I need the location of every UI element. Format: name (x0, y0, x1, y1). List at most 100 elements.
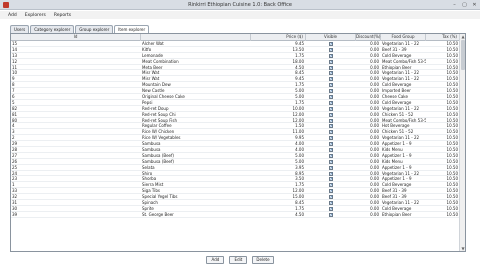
header-discount[interactable]: Discount(%) (356, 34, 381, 41)
cell-id: 33 (12, 188, 18, 194)
visible-checkbox[interactable]: ✔ (329, 59, 333, 64)
cell-discount: 0.00 (370, 123, 379, 129)
header-id[interactable]: Id (11, 34, 141, 41)
cell-visible: ✔ (306, 200, 356, 206)
cell-food-group: Cold Beverage (382, 99, 412, 105)
cell-price: 1.75 (295, 205, 304, 211)
cell-visible: ✔ (306, 76, 356, 82)
visible-checkbox[interactable]: ✔ (329, 71, 333, 76)
cell-name: Meta Beer (142, 64, 163, 70)
menu-add[interactable]: Add (8, 13, 17, 18)
explorer-tabs: Users Category explorer Group explorer I… (10, 25, 150, 33)
cell-tax: 10.50 (446, 129, 458, 135)
visible-checkbox[interactable]: ✔ (329, 189, 333, 194)
cell-discount: 0.00 (370, 135, 379, 141)
visible-checkbox[interactable]: ✔ (329, 53, 333, 58)
cell-discount: 0.00 (370, 58, 379, 64)
visible-checkbox[interactable]: ✔ (329, 47, 333, 52)
scroll-down-icon[interactable]: ▼ (460, 246, 465, 251)
delete-button[interactable]: Delete (252, 256, 274, 264)
visible-checkbox[interactable]: ✔ (329, 42, 333, 46)
cell-visible: ✔ (306, 47, 356, 52)
action-buttons: Add Edit Delete (0, 256, 480, 266)
cell-id: 32 (12, 194, 18, 200)
visible-checkbox[interactable]: ✔ (329, 171, 333, 176)
add-button[interactable]: Add (206, 256, 225, 264)
visible-checkbox[interactable]: ✔ (329, 206, 333, 211)
visible-checkbox[interactable]: ✔ (329, 118, 333, 123)
cell-id: 12 (12, 58, 18, 64)
cell-price: 1.50 (295, 123, 304, 129)
header-price[interactable]: Price ($) (251, 34, 306, 41)
cell-name: Meat Combination (142, 58, 179, 64)
header-name[interactable] (141, 34, 251, 41)
visible-checkbox[interactable]: ✔ (329, 65, 333, 70)
cell-visible: ✔ (306, 82, 356, 88)
header-tax[interactable]: Tax (%) (426, 34, 460, 41)
edit-button[interactable]: Edit (229, 256, 248, 264)
tab-users[interactable]: Users (10, 25, 30, 33)
cell-discount: 0.00 (370, 105, 379, 111)
header-visible[interactable]: Visible (306, 34, 356, 41)
visible-checkbox[interactable]: ✔ (329, 100, 333, 105)
scroll-up-icon[interactable]: ▲ (460, 34, 465, 39)
header-food-group[interactable]: Food Group (381, 34, 426, 41)
cell-visible: ✔ (306, 88, 356, 94)
visible-checkbox[interactable]: ✔ (329, 130, 333, 135)
cell-tax: 10.50 (446, 76, 458, 82)
cell-price: 9.45 (295, 76, 304, 82)
cell-tax: 10.50 (446, 64, 458, 70)
visible-checkbox[interactable]: ✔ (329, 195, 333, 200)
cell-discount: 0.00 (370, 117, 379, 123)
visible-checkbox[interactable]: ✔ (329, 148, 333, 153)
table-row[interactable]: 39 St. George Beer 4.50 ✔ 0.00 Ethiopian Beer… (11, 212, 460, 218)
visible-checkbox[interactable]: ✔ (329, 183, 333, 188)
cell-food-group: Beef 31 - 39 (382, 46, 407, 52)
tab-category-explorer[interactable]: Category explorer (30, 25, 75, 33)
visible-checkbox[interactable]: ✔ (329, 106, 333, 111)
cell-id: 31 (12, 200, 18, 206)
visible-checkbox[interactable]: ✔ (329, 83, 333, 88)
cell-tax: 10.50 (446, 211, 458, 217)
visible-checkbox[interactable]: ✔ (329, 177, 333, 182)
cell-price: 12.00 (292, 188, 304, 194)
close-icon[interactable]: ✕ (471, 2, 478, 8)
visible-checkbox[interactable]: ✔ (329, 95, 333, 100)
cell-discount: 0.00 (370, 170, 379, 176)
visible-checkbox[interactable]: ✔ (329, 136, 333, 141)
cell-discount: 0.00 (370, 176, 379, 182)
menu-explorers[interactable]: Explorers (25, 13, 46, 18)
visible-checkbox[interactable]: ✔ (329, 165, 333, 170)
visible-checkbox[interactable]: ✔ (329, 212, 333, 217)
cell-food-group: Vegetarian 11 - 22 (382, 170, 420, 176)
visible-checkbox[interactable]: ✔ (329, 142, 333, 147)
cell-discount: 0.00 (370, 194, 379, 200)
table-header: Id Price ($) Visible Discount(%) Food Gr… (11, 34, 460, 41)
cell-discount: 0.00 (370, 211, 379, 217)
cell-price: 18.00 (292, 58, 304, 64)
visible-checkbox[interactable]: ✔ (329, 89, 333, 94)
cell-discount: 0.00 (370, 141, 379, 147)
visible-checkbox[interactable]: ✔ (329, 159, 333, 164)
cell-visible: ✔ (306, 70, 356, 76)
minimize-icon[interactable]: – (451, 2, 458, 8)
vertical-scrollbar[interactable]: ▲ ▼ (459, 34, 465, 251)
visible-checkbox[interactable]: ✔ (329, 153, 333, 158)
tab-group-explorer[interactable]: Group explorer (75, 25, 114, 33)
visible-checkbox[interactable]: ✔ (329, 201, 333, 206)
tab-item-explorer[interactable]: Item explorer (114, 25, 150, 33)
cell-discount: 0.00 (370, 88, 379, 94)
maximize-icon[interactable]: ▢ (461, 2, 468, 8)
visible-checkbox[interactable]: ✔ (329, 112, 333, 117)
cell-tax: 10.50 (446, 52, 458, 58)
cell-name: Alcher Wat (142, 41, 164, 46)
visible-checkbox[interactable]: ✔ (329, 124, 333, 129)
visible-checkbox[interactable]: ✔ (329, 77, 333, 82)
cell-visible: ✔ (306, 153, 356, 158)
cell-visible: ✔ (306, 147, 356, 153)
cell-discount: 0.00 (370, 205, 379, 211)
menu-reports[interactable]: Reports (54, 13, 71, 18)
cell-name: Shorba (142, 176, 157, 182)
cell-visible: ✔ (306, 94, 356, 100)
scroll-thumb[interactable] (461, 40, 465, 70)
